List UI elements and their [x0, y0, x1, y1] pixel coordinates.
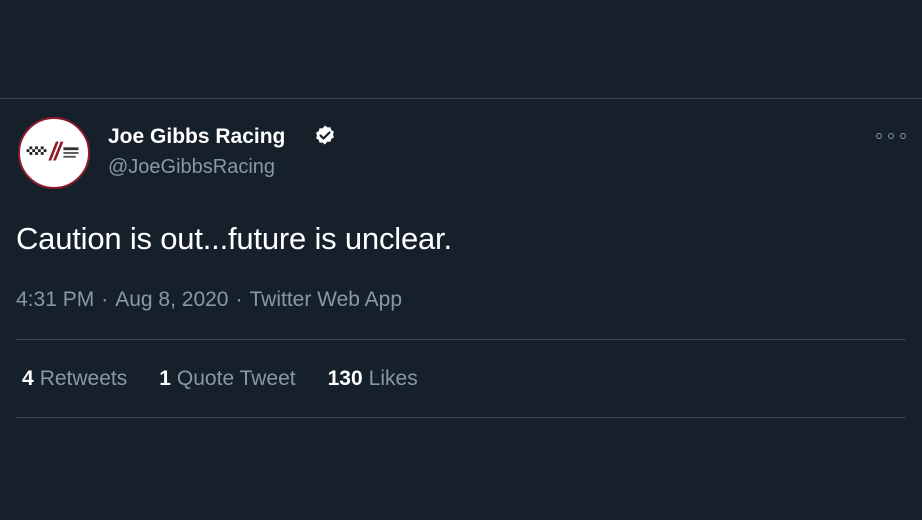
quote-tweets-label: Quote Tweet [176, 367, 296, 390]
tweet-source[interactable]: Twitter Web App [249, 288, 402, 312]
jgr-logo-image [26, 141, 79, 161]
likes-count: 130 [327, 367, 363, 390]
tweet-stats: 4 Retweets 1 Quote Tweet 130 Likes [22, 367, 418, 391]
tweet-card: Joe Gibbs Racing @JoeGibbsRacing Caution… [0, 99, 922, 520]
quote-tweets-count: 1 [159, 367, 171, 390]
user-handle[interactable]: @JoeGibbsRacing [108, 156, 275, 179]
retweets-stat[interactable]: 4 Retweets [22, 367, 127, 391]
tweet-date[interactable]: Aug 8, 2020 [115, 288, 228, 312]
verified-badge-icon [316, 125, 334, 145]
tweet-text: Caution is out...future is unclear. [16, 221, 452, 256]
meta-separator: · [101, 288, 109, 311]
tweet-meta: 4:31 PM · Aug 8, 2020 · Twitter Web App [16, 288, 402, 312]
meta-separator: · [235, 288, 243, 311]
likes-stat[interactable]: 130 Likes [328, 367, 418, 391]
retweets-label: Retweets [39, 367, 128, 390]
more-options-icon [888, 133, 894, 139]
more-options-button[interactable] [876, 127, 906, 145]
quote-tweets-stat[interactable]: 1 Quote Tweet [159, 367, 295, 391]
avatar[interactable] [18, 117, 90, 189]
divider [16, 339, 906, 340]
retweets-count: 4 [22, 367, 34, 390]
more-options-icon [900, 133, 906, 139]
tweet-time[interactable]: 4:31 PM [16, 288, 94, 312]
likes-label: Likes [368, 367, 418, 390]
divider [16, 417, 906, 418]
more-options-icon [876, 133, 882, 139]
display-name[interactable]: Joe Gibbs Racing [108, 125, 285, 149]
